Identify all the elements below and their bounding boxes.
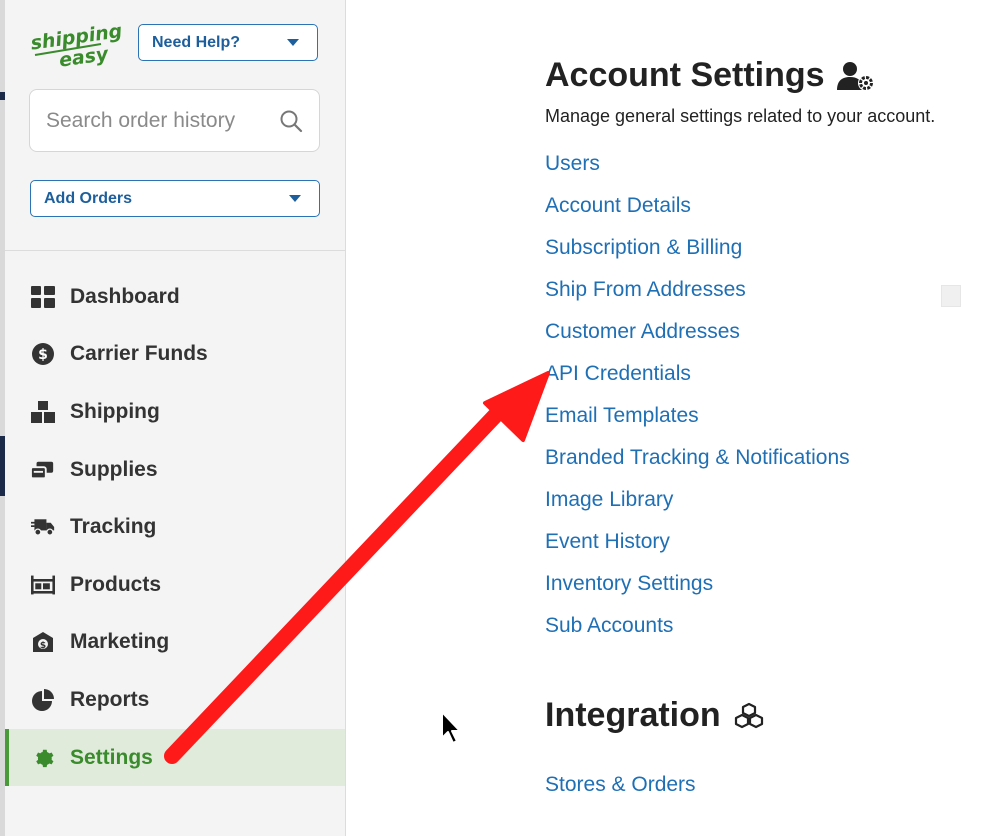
link-api-credentials[interactable]: API Credentials [545, 358, 850, 400]
search-box [29, 89, 320, 152]
link-event-history[interactable]: Event History [545, 526, 850, 568]
sidebar-item-label: Dashboard [70, 284, 180, 308]
sidebar-item-label: Carrier Funds [70, 342, 208, 366]
account-settings-heading: Account Settings [545, 56, 875, 95]
search-icon[interactable] [279, 109, 303, 133]
sidebar-item-label: Tracking [70, 515, 157, 539]
link-inventory-settings[interactable]: Inventory Settings [545, 568, 850, 610]
sidebar-item-label: Settings [70, 745, 153, 769]
sidebar: shipping easy Need Help? Add Orders Dash… [5, 0, 346, 836]
pie-chart-icon [31, 688, 55, 712]
need-help-label: Need Help? [152, 33, 241, 51]
sidebar-item-label: Marketing [70, 630, 170, 654]
dollar-icon: $ [31, 342, 55, 366]
svg-text:$: $ [40, 641, 46, 651]
sidebar-divider [5, 250, 345, 251]
sidebar-item-label: Supplies [70, 457, 158, 481]
link-stores-orders[interactable]: Stores & Orders [545, 769, 696, 801]
gear-icon [31, 746, 55, 770]
page-title: Account Settings [545, 56, 825, 94]
sidebar-item-products[interactable]: Products [5, 556, 345, 614]
sidebar-nav: Dashboard $ Carrier Funds Shipping Suppl… [5, 268, 345, 787]
user-gear-icon [836, 60, 875, 92]
shippingeasy-logo[interactable]: shipping easy [29, 20, 129, 72]
link-image-library[interactable]: Image Library [545, 484, 850, 526]
link-email-templates[interactable]: Email Templates [545, 400, 850, 442]
sidebar-item-reports[interactable]: Reports [5, 671, 345, 729]
warehouse-icon [31, 573, 55, 597]
chevron-down-icon [287, 39, 299, 46]
sidebar-item-label: Reports [70, 687, 150, 711]
account-settings-description: Manage general settings related to your … [545, 106, 936, 126]
link-customer-addresses[interactable]: Customer Addresses [545, 316, 850, 358]
need-help-button[interactable]: Need Help? [138, 24, 318, 61]
account-settings-links: Users Account Details Subscription & Bil… [545, 148, 850, 652]
link-branded-tracking[interactable]: Branded Tracking & Notifications [545, 442, 850, 484]
sidebar-item-dashboard[interactable]: Dashboard [5, 268, 345, 326]
boxes-icon [31, 400, 55, 424]
link-subscription-billing[interactable]: Subscription & Billing [545, 232, 850, 274]
link-ship-from-addresses[interactable]: Ship From Addresses [545, 274, 850, 316]
section-title: Integration [545, 696, 721, 734]
integration-links: Stores & Orders [545, 769, 696, 801]
mouse-cursor-icon [441, 711, 461, 744]
svg-text:$: $ [38, 347, 48, 363]
dashboard-icon [31, 285, 55, 309]
add-orders-label: Add Orders [44, 189, 133, 207]
faded-widget [941, 285, 961, 307]
truck-icon [31, 515, 55, 539]
chevron-down-icon [289, 195, 301, 202]
sidebar-item-label: Shipping [70, 399, 160, 423]
cubes-icon [733, 702, 765, 730]
sidebar-item-supplies[interactable]: Supplies [5, 441, 345, 499]
integration-heading: Integration [545, 696, 765, 735]
box-dollar-icon: $ [31, 630, 55, 654]
sidebar-item-settings[interactable]: Settings [5, 728, 345, 787]
sidebar-item-tracking[interactable]: Tracking [5, 498, 345, 556]
sidebar-item-label: Products [70, 572, 162, 596]
sidebar-item-carrier-funds[interactable]: $ Carrier Funds [5, 326, 345, 384]
link-users[interactable]: Users [545, 148, 850, 190]
search-input[interactable] [30, 90, 270, 151]
sidebar-item-marketing[interactable]: $ Marketing [5, 614, 345, 672]
sidebar-item-shipping[interactable]: Shipping [5, 383, 345, 441]
link-sub-accounts[interactable]: Sub Accounts [545, 610, 850, 652]
supplies-icon [31, 458, 55, 482]
add-orders-dropdown[interactable]: Add Orders [30, 180, 320, 217]
link-account-details[interactable]: Account Details [545, 190, 850, 232]
